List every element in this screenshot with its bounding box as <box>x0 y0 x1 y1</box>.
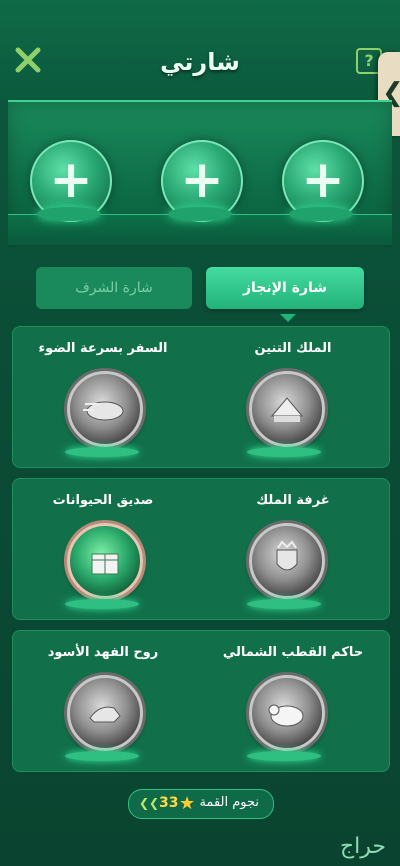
badge-title: الملك التنين <box>254 341 332 356</box>
badge-tabs: شارة الإنجاز شارة الشرف <box>8 258 392 322</box>
tab-achievement-badge[interactable]: شارة الإنجاز <box>206 267 364 309</box>
king-room-badge[interactable] <box>249 523 325 599</box>
crown-shield-icon <box>276 540 298 571</box>
badge-row-3: حاكم القطب الشمالي روح الفهد الأسود <box>12 630 390 772</box>
badge-title: حاكم القطب الشمالي <box>222 645 364 660</box>
panther-icon <box>89 706 121 723</box>
slot-pedestal <box>37 207 101 221</box>
stars-label: نجوم القمة <box>199 795 259 810</box>
stars-count: 33 <box>159 795 179 811</box>
medal-pedestal <box>247 751 321 761</box>
medal-pedestal <box>65 599 139 609</box>
badge-title: روح الفهد الأسود <box>47 645 159 660</box>
light-speed-badge[interactable] <box>67 371 143 447</box>
page-title: شارتي <box>160 48 240 76</box>
arctic-ruler-badge[interactable] <box>249 675 325 751</box>
tab-honor-badge[interactable]: شارة الشرف <box>36 267 192 309</box>
active-tab-pointer <box>280 314 296 322</box>
badge-title: غرفة الملك <box>256 493 330 508</box>
badge-title: صديق الحيوانات <box>52 493 154 508</box>
animal-friend-badge[interactable] <box>67 523 143 599</box>
medal-pedestal <box>65 447 139 457</box>
star-icon: ★ <box>179 793 196 814</box>
slot-pedestal <box>168 207 232 221</box>
speed-car-icon <box>83 401 124 421</box>
top-bar: شارتي ? <box>0 0 400 100</box>
double-chevron-left-icon: ❮❮ <box>139 796 160 810</box>
medal-pedestal <box>65 751 139 761</box>
medal-pedestal <box>247 599 321 609</box>
top-stars-button[interactable]: ❮❮ 33 ★ نجوم القمة <box>128 789 274 819</box>
watermark-logo: حراج <box>339 834 386 859</box>
gift-box-icon <box>91 553 119 575</box>
polar-bear-icon <box>268 704 304 727</box>
badge-row-1: الملك التنين السفر بسرعة الضوء <box>12 326 390 468</box>
dragon-icon <box>270 397 304 422</box>
black-panther-badge[interactable] <box>67 675 143 751</box>
badge-row-2: غرفة الملك صديق الحيوانات <box>12 478 390 620</box>
badge-title: السفر بسرعة الضوء <box>38 341 168 356</box>
slot-pedestal <box>289 207 353 221</box>
dragon-king-badge[interactable] <box>249 371 325 447</box>
medal-pedestal <box>247 447 321 457</box>
